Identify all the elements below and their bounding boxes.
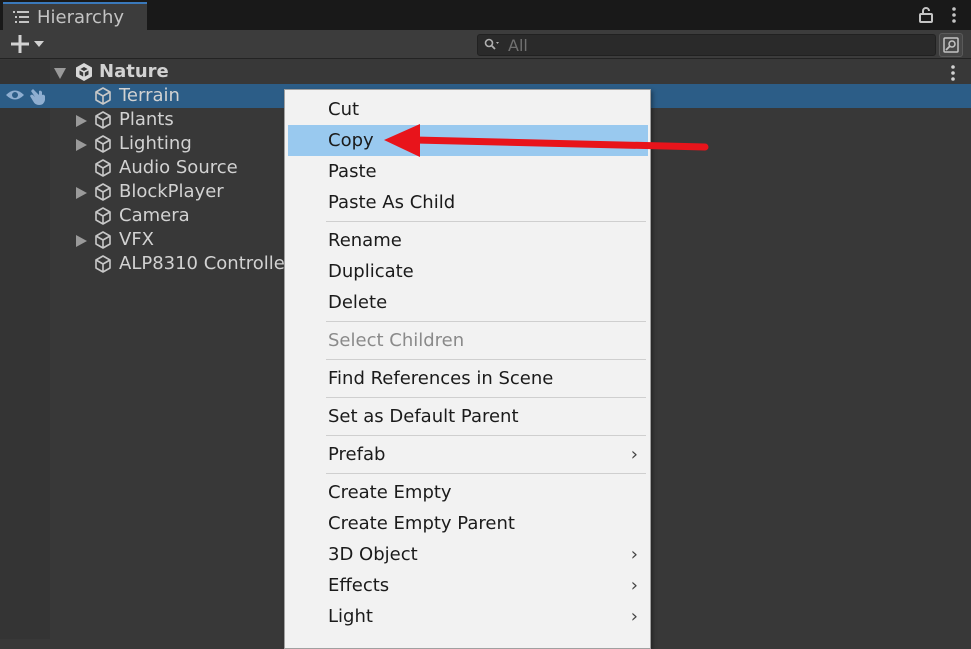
submenu-chevron-icon: ›: [630, 575, 638, 596]
menu-item-rename[interactable]: Rename: [288, 225, 648, 256]
plus-icon: [11, 35, 29, 53]
foldout-closed-icon[interactable]: [76, 115, 87, 127]
menu-separator: [326, 221, 646, 222]
menu-item-prefab[interactable]: Prefab ›: [288, 439, 648, 470]
chevron-down-icon: [34, 41, 44, 47]
menu-item-paste-as-child[interactable]: Paste As Child: [288, 187, 648, 218]
menu-item-delete[interactable]: Delete: [288, 287, 648, 318]
tree-row-label: VFX: [119, 229, 154, 250]
tab-hierarchy[interactable]: Hierarchy: [3, 2, 147, 30]
foldout-open-icon[interactable]: [54, 68, 66, 79]
foldout-closed-icon[interactable]: [76, 235, 87, 247]
foldout-closed-icon[interactable]: [76, 187, 87, 199]
menu-separator: [326, 473, 646, 474]
menu-item-light[interactable]: Light ›: [288, 601, 648, 632]
tree-row-label: Lighting: [119, 133, 192, 154]
menu-item-label: Create Empty: [328, 482, 452, 503]
tab-strip: Hierarchy: [0, 0, 971, 30]
gameobject-cube-icon: [95, 255, 111, 273]
search-scene-button[interactable]: [939, 33, 963, 57]
search-icon: [484, 38, 499, 50]
tree-row-label: Camera: [119, 205, 190, 226]
menu-item-label: Rename: [328, 230, 402, 251]
menu-item-paste[interactable]: Paste: [288, 156, 648, 187]
search-in-scene-icon: [943, 37, 959, 53]
submenu-chevron-icon: ›: [630, 444, 638, 465]
lock-icon[interactable]: [919, 7, 933, 23]
menu-item-label: Paste: [328, 161, 377, 182]
menu-item-label: Duplicate: [328, 261, 414, 282]
scene-row[interactable]: Nature: [0, 60, 971, 84]
menu-item-label: Select Children: [328, 330, 465, 351]
menu-item-label: 3D Object: [328, 544, 418, 565]
hierarchy-toolbar: All: [0, 30, 971, 59]
gameobject-cube-icon: [95, 207, 111, 225]
menu-item-label: Copy: [328, 130, 374, 151]
menu-separator: [326, 397, 646, 398]
add-object-button[interactable]: [10, 33, 52, 55]
context-menu: Cut Copy Paste Paste As Child Rename Duplicat…: [284, 89, 651, 649]
tree-row-label: Audio Source: [119, 157, 238, 178]
kebab-icon[interactable]: [951, 7, 957, 23]
scene-kebab-icon[interactable]: [949, 62, 957, 85]
menu-item-label: Cut: [328, 99, 360, 120]
gameobject-cube-icon: [95, 87, 111, 105]
menu-item-cut[interactable]: Cut: [288, 94, 648, 125]
visibility-eye-icon[interactable]: [5, 88, 25, 102]
tab-title: Hierarchy: [37, 6, 125, 28]
list-icon: [13, 11, 29, 23]
gameobject-cube-icon: [95, 111, 111, 129]
menu-item-copy[interactable]: Copy: [288, 125, 648, 156]
tree-row-label: BlockPlayer: [119, 181, 224, 202]
menu-item-select-children: Select Children: [288, 325, 648, 356]
tree-row-label: Plants: [119, 109, 174, 130]
menu-item-find-references-in-scene[interactable]: Find References in Scene: [288, 363, 648, 394]
submenu-chevron-icon: ›: [630, 544, 638, 565]
menu-item-effects[interactable]: Effects ›: [288, 570, 648, 601]
menu-item-label: Paste As Child: [328, 192, 456, 213]
menu-item-create-empty[interactable]: Create Empty: [288, 477, 648, 508]
menu-separator: [326, 321, 646, 322]
gameobject-cube-icon: [95, 231, 111, 249]
menu-item-label: Effects: [328, 575, 390, 596]
gameobject-cube-icon: [95, 183, 111, 201]
gameobject-cube-icon: [95, 159, 111, 177]
foldout-closed-icon[interactable]: [76, 139, 87, 151]
unity-scene-icon: [76, 63, 92, 81]
tree-row-label: ALP8310 Controlle: [119, 253, 285, 274]
menu-item-label: Set as Default Parent: [328, 406, 519, 427]
menu-item-duplicate[interactable]: Duplicate: [288, 256, 648, 287]
menu-item-label: Find References in Scene: [328, 368, 554, 389]
menu-item-create-empty-parent[interactable]: Create Empty Parent: [288, 508, 648, 539]
scene-label: Nature: [99, 61, 169, 82]
tree-row-label: Terrain: [119, 85, 180, 106]
menu-item-label: Create Empty Parent: [328, 513, 515, 534]
menu-item-label: Light: [328, 606, 373, 627]
menu-separator: [326, 435, 646, 436]
menu-item-set-as-default-parent[interactable]: Set as Default Parent: [288, 401, 648, 432]
menu-item-label: Prefab: [328, 444, 386, 465]
pickable-hand-icon[interactable]: [29, 86, 49, 106]
search-field[interactable]: All: [477, 34, 936, 56]
search-placeholder: All: [508, 35, 528, 55]
menu-item-label: Delete: [328, 292, 388, 313]
gameobject-cube-icon: [95, 135, 111, 153]
menu-separator: [326, 359, 646, 360]
submenu-chevron-icon: ›: [630, 606, 638, 627]
menu-item-3d-object[interactable]: 3D Object ›: [288, 539, 648, 570]
